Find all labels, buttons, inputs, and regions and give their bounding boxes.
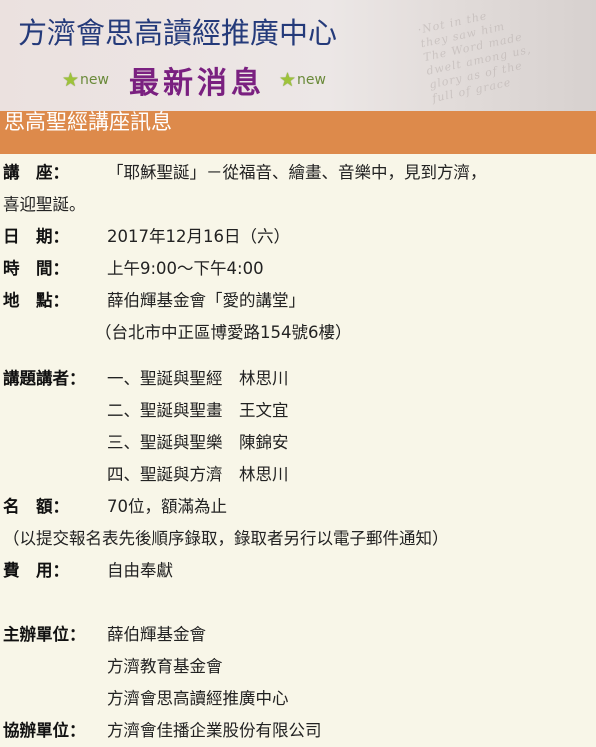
time-value: 上午9:00～下午4:00: [107, 259, 264, 278]
organizer-row: 主辦單位： 薛伯輝基金會: [3, 619, 593, 651]
fee-row: 費 用： 自由奉獻: [3, 555, 593, 587]
quota-value: 70位，額滿為止: [107, 497, 227, 516]
organizer-item: 方濟教育基金會: [107, 657, 223, 676]
section-title-bar: 思高聖經講座訊息: [0, 110, 596, 154]
date-label: 日 期：: [3, 227, 69, 246]
news-heading-row: ★ new 最新消息 ★ new: [62, 58, 326, 102]
organizer-label: 主辦單位：: [3, 625, 86, 644]
co-organizer-value: 方濟會佳播企業股份有限公司: [107, 721, 322, 740]
topic-row-cont: 喜迎聖誕。: [3, 189, 593, 221]
organizer-item: 方濟會思高讀經推廣中心: [107, 689, 289, 708]
topic-label: 講 座：: [3, 163, 69, 182]
new-badge-left: ★ new: [62, 69, 109, 91]
place-row: 地 點： 薛伯輝基金會「愛的講堂」: [3, 285, 593, 317]
co-organizer-row: 協辦單位： 方濟會佳播企業股份有限公司: [3, 715, 593, 747]
topic-row: 講 座： 「耶穌聖誕」－從福音、繪畫、音樂中，見到方濟，: [3, 157, 593, 189]
topic-value: 「耶穌聖誕」－從福音、繪畫、音樂中，見到方濟，: [107, 163, 487, 182]
speaker-row: 三、聖誕與聖樂 陳錦安: [3, 427, 593, 459]
date-row: 日 期： 2017年12月16日（六）: [3, 221, 593, 253]
speakers-row: 講題講者： 一、聖誕與聖經 林思川: [3, 363, 593, 395]
background-scripture-texture: ·Not in the they saw him The Word made d…: [416, 9, 533, 106]
quota-row: 名 額： 70位，額滿為止: [3, 491, 593, 523]
speaker-item: 三、聖誕與聖樂 陳錦安: [107, 433, 289, 452]
star-icon: ★: [62, 69, 80, 91]
event-details: 講 座： 「耶穌聖誕」－從福音、繪畫、音樂中，見到方濟， 喜迎聖誕。 日 期： …: [3, 157, 593, 747]
place-address: （台北市中正區博愛路154號6樓）: [95, 323, 352, 342]
speaker-item: 一、聖誕與聖經 林思川: [107, 369, 289, 388]
speaker-row: 二、聖誕與聖畫 王文宜: [3, 395, 593, 427]
speakers-label: 講題講者：: [3, 369, 86, 388]
place-label: 地 點：: [3, 291, 69, 310]
place-address-row: （台北市中正區博愛路154號6樓）: [3, 317, 593, 349]
news-title: 最新消息: [128, 66, 265, 101]
organizer-row: 方濟教育基金會: [3, 651, 593, 683]
quota-label: 名 額：: [3, 497, 69, 516]
quota-note-row: （以提交報名表先後順序錄取，錄取者另行以電子郵件通知）: [3, 523, 593, 555]
co-organizer-label: 協辦單位：: [3, 721, 86, 740]
speaker-item: 二、聖誕與聖畫 王文宜: [107, 401, 289, 420]
org-title: 方濟會思高讀經推廣中心: [18, 16, 338, 50]
star-icon: ★: [278, 69, 297, 91]
header-banner: ·Not in the they saw him The Word made d…: [0, 0, 596, 111]
time-row: 時 間： 上午9:00～下午4:00: [3, 253, 593, 285]
fee-value: 自由奉獻: [107, 561, 173, 580]
speaker-item: 四、聖誕與方濟 林思川: [107, 465, 289, 484]
section-title: 思高聖經講座訊息: [4, 110, 172, 134]
quota-note: （以提交報名表先後順序錄取，錄取者另行以電子郵件通知）: [3, 529, 449, 548]
time-label: 時 間：: [3, 259, 69, 278]
organizer-row: 方濟會思高讀經推廣中心: [3, 683, 593, 715]
speaker-row: 四、聖誕與方濟 林思川: [3, 459, 593, 491]
topic-value-cont: 喜迎聖誕。: [3, 195, 86, 214]
date-value: 2017年12月16日（六）: [107, 227, 290, 246]
fee-label: 費 用：: [3, 561, 69, 580]
new-badge-label: new: [297, 72, 326, 88]
place-value: 薛伯輝基金會「愛的講堂」: [107, 291, 305, 310]
new-badge-right: ★ new: [279, 69, 326, 91]
organizer-item: 薛伯輝基金會: [107, 625, 206, 644]
new-badge-label: new: [80, 72, 109, 88]
